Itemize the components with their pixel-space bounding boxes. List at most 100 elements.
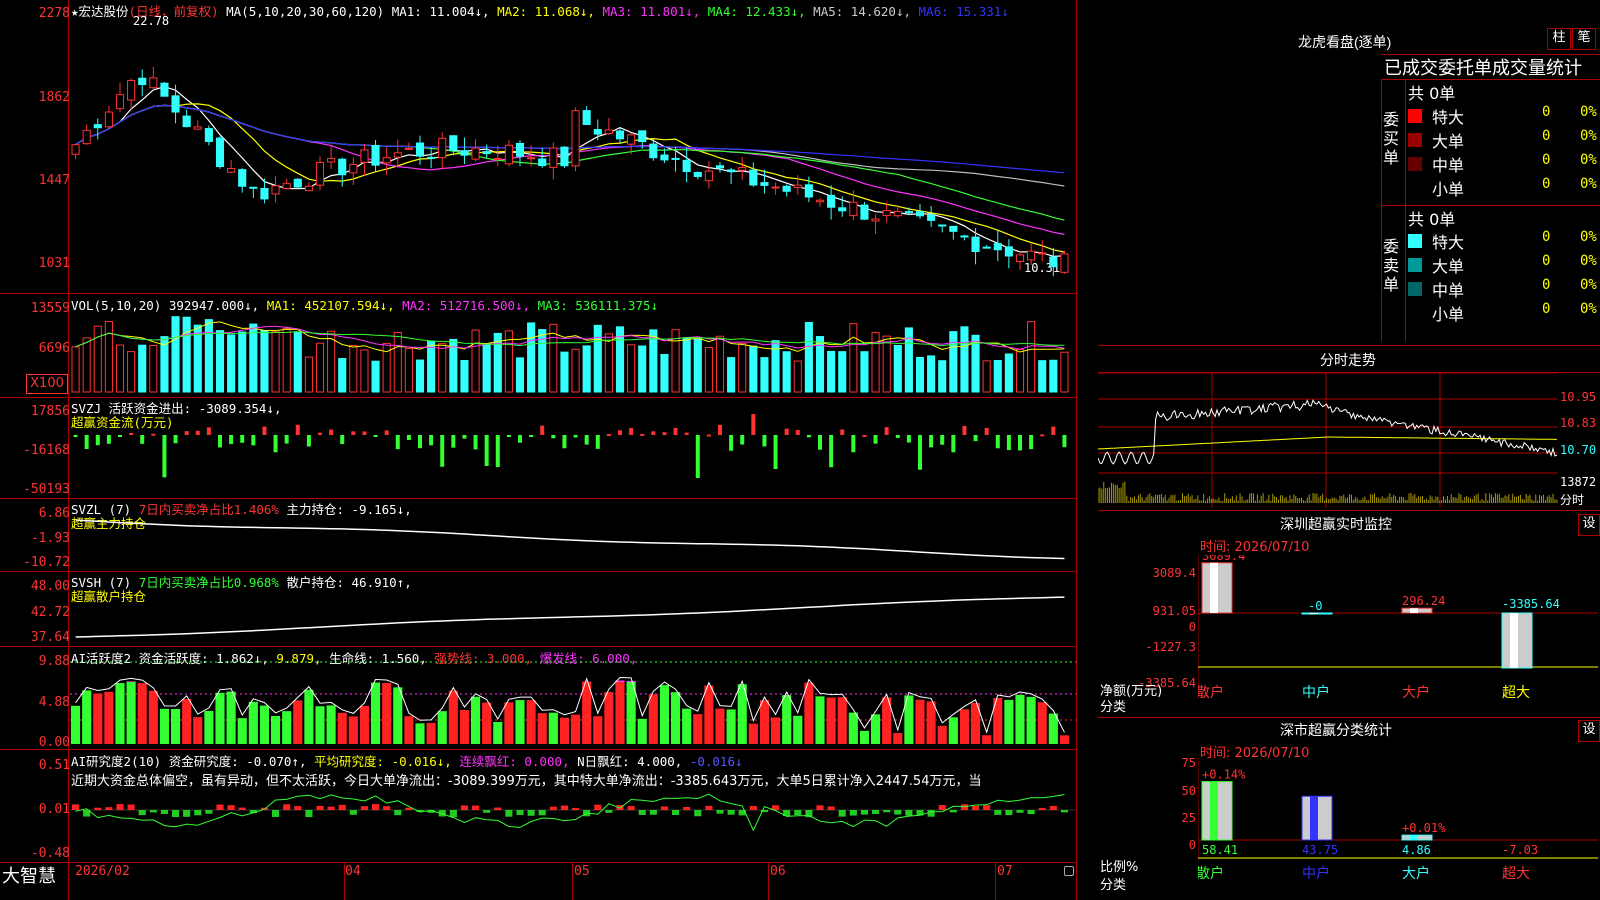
activity-bar [259,705,269,744]
flow-bar [751,414,756,435]
vol-unit-button[interactable]: X100 [26,374,68,394]
activity-bar [848,712,858,744]
ai-research-chart[interactable] [70,790,1076,860]
date-tick [768,862,769,900]
color-swatch [1408,133,1422,147]
activity-bar [615,680,625,744]
volume-bar [693,337,702,393]
sz-class-ytick: 0 [1188,838,1196,852]
activity-bar [537,713,547,744]
sell-total: 共 0单 [1408,210,1456,229]
svsh-tick: 42.72 [30,605,70,620]
sz-class-xlabel: 分类 [1100,878,1127,893]
research-bar [894,810,902,815]
activity-bar [448,690,458,744]
ma-value-4: MA4: 12.433↓, [700,4,806,19]
price-tick: 1862 [38,90,70,105]
sz-class-ytick: 50 [1181,784,1196,798]
candle [1015,254,1025,263]
candle [838,207,847,212]
research-bar [827,806,835,810]
sz-class-chart[interactable]: +0.14% 58.41 散户 43.75 中户 +0.01% 4.86 大户 -7.03 超大 [1198,758,1598,900]
order-count: 0 [1542,277,1551,293]
candle [771,186,780,189]
color-swatch [1408,234,1422,248]
order-pct: 0% [1580,301,1597,317]
order-count: 0 [1542,301,1551,317]
order-class-label: 大单 [1432,257,1465,276]
order-class-label: 大单 [1432,132,1465,151]
svzl-chart[interactable] [70,500,1076,570]
candle [660,154,669,161]
ai-research-t4: N日飘红: 4.000, [577,754,683,769]
divider [1098,510,1600,511]
research-bar [327,806,335,810]
volume-bar [938,360,947,393]
volume-bar [971,334,980,393]
ma-label: MA(5,10,20,30,60,120) [226,4,385,19]
activity-bar [1048,713,1058,744]
order-count: 0 [1542,104,1551,120]
activity-bar [604,692,614,744]
svzj-chart[interactable] [70,400,1076,496]
research-bar [949,810,957,813]
research-bar [494,807,502,810]
buy-order-row: 特大 0 0% [1408,104,1600,128]
candle [571,110,580,167]
sz-monitor-chart[interactable]: 3089.4 散户 -0 中户 296.24 大户 -3385.64 超大 [1198,555,1598,715]
intraday-chart[interactable] [1098,373,1558,508]
category-label: 超大 [1502,685,1530,701]
net-value-label: 296.24 [1402,594,1445,608]
volume-bar [82,337,91,393]
research-bar [638,810,646,815]
svzl-tick: -10.72 [23,555,70,570]
color-swatch [1408,181,1422,195]
research-bar [694,810,702,817]
research-bar [794,810,802,815]
bar-mode-button[interactable]: 柱 [1547,28,1571,50]
candle [460,150,469,156]
activity-bar [326,705,336,744]
tick-mode-button[interactable]: 笔 [1572,28,1596,50]
candle [282,183,291,189]
flow-bar [762,435,767,447]
sz-class-title: 深市超赢分类统计 [1280,722,1392,738]
order-count: 0 [1542,253,1551,269]
pane-divider [0,862,1077,863]
candle [882,210,891,216]
activity-bar [637,718,647,744]
flow-bar [718,424,722,435]
volume-bar [338,358,347,393]
sz-monitor-settings-button[interactable]: 设 [1578,514,1600,536]
candlestick-chart[interactable] [70,18,1076,293]
volume-bar [249,323,258,393]
brand-logo[interactable]: 大智慧 [2,862,56,888]
research-bar [838,810,846,817]
volume-bar [171,316,180,393]
activity-bar [426,722,436,744]
flow-bar [162,435,167,478]
intraday-price: 10.83 [1560,416,1597,430]
flow-bar [551,435,556,439]
order-class-label: 小单 [1432,180,1465,199]
volume-bar [238,331,247,393]
research-bar [360,806,368,810]
candle [1038,252,1047,255]
research-bar [605,810,613,813]
sz-class-settings-button[interactable]: 设 [1578,720,1600,742]
volume-bar [1015,349,1025,393]
star-icon[interactable]: ★ [71,4,79,19]
ma-line [75,103,1065,253]
activity-bar [271,715,281,744]
volume-bar [993,359,1002,393]
volume-chart[interactable] [70,300,1076,393]
lock-icon[interactable] [1064,866,1074,876]
main-holding-line [75,519,1065,560]
volume-bar [138,344,147,393]
ai-research-t5: -0.016↓ [689,754,743,769]
activity-bar [393,687,403,744]
svsh-chart[interactable] [70,573,1076,645]
activity-bar [126,681,136,744]
ai-active-chart[interactable] [70,650,1076,748]
research-bar [305,810,313,818]
